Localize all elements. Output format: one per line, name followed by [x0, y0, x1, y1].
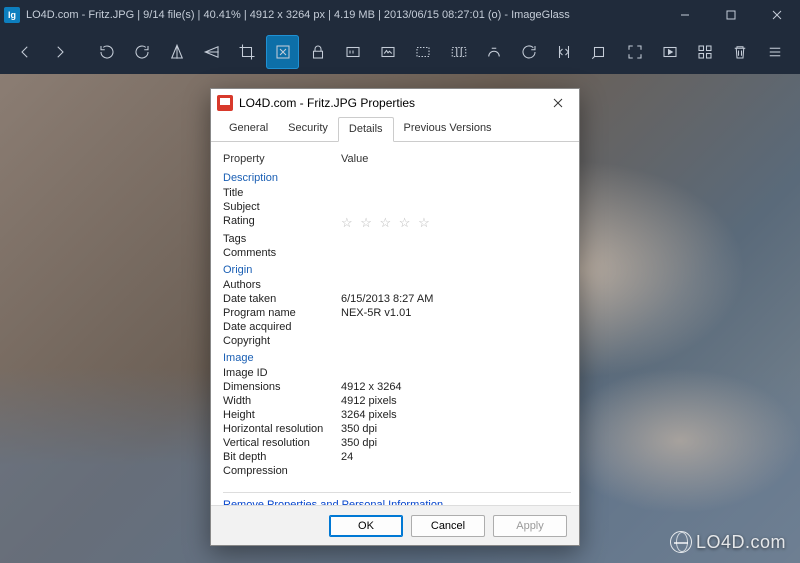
ok-button[interactable]: OK	[329, 515, 403, 537]
rotate-right-button[interactable]	[125, 35, 158, 69]
lock-zoom-button[interactable]	[301, 35, 334, 69]
app-icon: Ig	[4, 7, 20, 23]
prop-subject[interactable]: Subject	[223, 200, 571, 214]
prev-image-button[interactable]	[8, 35, 41, 69]
group-description: Description	[223, 168, 571, 186]
minimize-button[interactable]	[662, 0, 708, 30]
close-button[interactable]	[754, 0, 800, 30]
file-icon	[217, 95, 233, 111]
zoom-to-fill-button[interactable]	[442, 35, 475, 69]
rotate-left-button[interactable]	[90, 35, 123, 69]
thumbnails-button[interactable]	[688, 35, 721, 69]
zoom-to-fit-button[interactable]	[407, 35, 440, 69]
tab-previous-versions[interactable]: Previous Versions	[394, 117, 502, 141]
flip-horizontal-button[interactable]	[196, 35, 229, 69]
fullscreen-button[interactable]	[618, 35, 651, 69]
dialog-tabs: General Security Details Previous Versio…	[211, 117, 579, 142]
slideshow-button[interactable]	[653, 35, 686, 69]
rating-stars[interactable]: ☆ ☆ ☆ ☆ ☆	[341, 215, 571, 231]
prop-authors[interactable]: Authors	[223, 278, 571, 292]
open-file-button[interactable]	[477, 35, 510, 69]
window-title: LO4D.com - Fritz.JPG | 9/14 file(s) | 40…	[26, 9, 570, 21]
properties-header: Property Value	[223, 150, 571, 168]
globe-icon	[670, 531, 692, 553]
tab-general[interactable]: General	[219, 117, 278, 141]
toolbar	[0, 30, 800, 74]
tab-security[interactable]: Security	[278, 117, 338, 141]
prop-comments[interactable]: Comments	[223, 246, 571, 260]
prop-compression[interactable]: Compression	[223, 464, 571, 478]
window-fit-button[interactable]	[266, 35, 299, 69]
prop-height[interactable]: Height3264 pixels	[223, 408, 571, 422]
group-origin: Origin	[223, 260, 571, 278]
dialog-title: LO4D.com - Fritz.JPG Properties	[239, 96, 415, 110]
header-property: Property	[223, 153, 341, 165]
maximize-button[interactable]	[708, 0, 754, 30]
tab-details[interactable]: Details	[338, 117, 394, 142]
dialog-titlebar[interactable]: LO4D.com - Fritz.JPG Properties	[211, 89, 579, 117]
prop-copyright[interactable]: Copyright	[223, 334, 571, 348]
prop-rating[interactable]: Rating☆ ☆ ☆ ☆ ☆	[223, 214, 571, 232]
refresh-button[interactable]	[512, 35, 545, 69]
crop-button[interactable]	[231, 35, 264, 69]
prop-tags[interactable]: Tags	[223, 232, 571, 246]
properties-list[interactable]: Description Title Subject Rating☆ ☆ ☆ ☆ …	[223, 168, 571, 488]
prop-program-name[interactable]: Program nameNEX-5R v1.01	[223, 306, 571, 320]
group-image: Image	[223, 348, 571, 366]
prop-vres[interactable]: Vertical resolution350 dpi	[223, 436, 571, 450]
auto-zoom-button[interactable]	[372, 35, 405, 69]
dialog-close-button[interactable]	[543, 91, 573, 115]
apply-button[interactable]: Apply	[493, 515, 567, 537]
prop-title[interactable]: Title	[223, 186, 571, 200]
cancel-button[interactable]: Cancel	[411, 515, 485, 537]
next-image-button[interactable]	[43, 35, 76, 69]
remove-properties-row: Remove Properties and Personal Informati…	[223, 493, 571, 505]
dialog-buttons: OK Cancel Apply	[211, 505, 579, 545]
prop-hres[interactable]: Horizontal resolution350 dpi	[223, 422, 571, 436]
delete-button[interactable]	[724, 35, 757, 69]
prop-image-id[interactable]: Image ID	[223, 366, 571, 380]
prop-date-acquired[interactable]: Date acquired	[223, 320, 571, 334]
actual-size-button[interactable]	[336, 35, 369, 69]
remove-properties-link[interactable]: Remove Properties and Personal Informati…	[223, 499, 443, 505]
flip-vertical-button[interactable]	[161, 35, 194, 69]
prop-dimensions[interactable]: Dimensions4912 x 3264	[223, 380, 571, 394]
properties-body: Property Value Description Title Subject…	[211, 142, 579, 505]
scale-to-height-button[interactable]	[583, 35, 616, 69]
prop-bit-depth[interactable]: Bit depth24	[223, 450, 571, 464]
watermark: LO4D.com	[670, 531, 786, 553]
scale-to-width-button[interactable]	[548, 35, 581, 69]
prop-width[interactable]: Width4912 pixels	[223, 394, 571, 408]
titlebar[interactable]: Ig LO4D.com - Fritz.JPG | 9/14 file(s) |…	[0, 0, 800, 30]
header-value: Value	[341, 153, 368, 165]
menu-button[interactable]	[759, 35, 792, 69]
watermark-text: LO4D.com	[696, 532, 786, 553]
properties-dialog: LO4D.com - Fritz.JPG Properties General …	[210, 88, 580, 546]
prop-date-taken[interactable]: Date taken6/15/2013 8:27 AM	[223, 292, 571, 306]
